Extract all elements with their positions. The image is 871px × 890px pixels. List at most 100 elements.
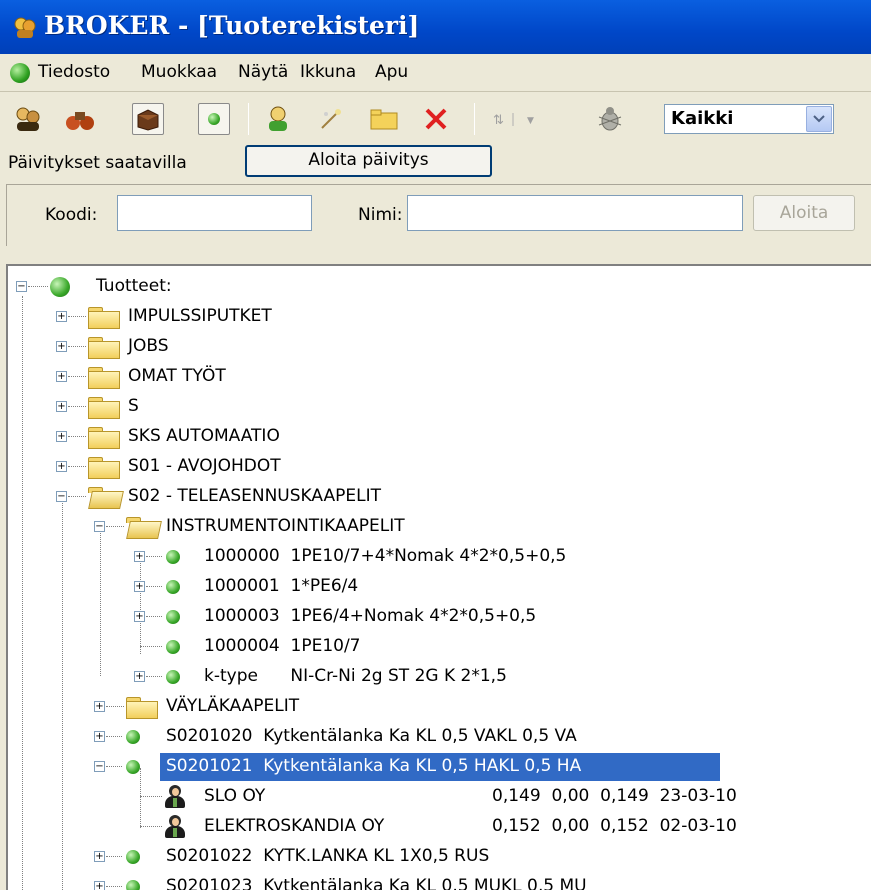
tree-item-label: S02 - TELEASENNUSKAAPELIT <box>128 486 381 506</box>
code-label: Koodi: <box>45 205 98 225</box>
menu-bar: Tiedosto Muokkaa Näytä Ikkuna Apu <box>0 54 871 92</box>
tree-product[interactable]: + S0201022 KYTK.LANKA KL 1X0,5 RUS <box>8 842 871 872</box>
tree-folder-expanded[interactable]: − S02 - TELEASENNUSKAAPELIT <box>8 482 871 512</box>
green-dot-icon <box>166 607 180 624</box>
folder-icon <box>88 397 120 419</box>
tree-item-label: 1000000 1PE10/7+4*Nomak 4*2*0,5+0,5 <box>204 546 567 566</box>
expand-icon[interactable]: + <box>134 671 145 682</box>
tree-root[interactable]: − Tuotteet: <box>8 272 871 302</box>
tree-item-label: 1000004 1PE10/7 <box>204 636 361 656</box>
tree-product[interactable]: + 1000003 1PE6/4+Nomak 4*2*0,5+0,5 <box>8 602 871 632</box>
tree-item-label: SKS AUTOMAATIO <box>128 426 280 446</box>
tree-item-label: VÄYLÄKAAPELIT <box>166 696 300 716</box>
menu-tiedosto[interactable]: Tiedosto <box>38 62 110 82</box>
expand-icon[interactable]: + <box>94 881 105 890</box>
expand-icon[interactable]: + <box>94 731 105 742</box>
expand-icon[interactable]: + <box>94 701 105 712</box>
tree-item-label: JOBS <box>128 336 169 356</box>
sort-icon[interactable]: ⇅ ▼ <box>490 103 542 135</box>
tree-folder[interactable]: + S <box>8 392 871 422</box>
folder-icon <box>126 697 158 719</box>
start-update-button[interactable]: Aloita päivitys <box>245 145 492 177</box>
tree-product[interactable]: + S0201023 Kytkentälanka Ka KL 0,5 MUKL … <box>8 872 871 890</box>
menu-ikkuna[interactable]: Ikkuna <box>300 62 356 82</box>
folder-icon <box>88 337 120 359</box>
broker-app-icon[interactable] <box>12 14 38 40</box>
tree-folder[interactable]: + SKS AUTOMAATIO <box>8 422 871 452</box>
tree-item-label: S <box>128 396 139 416</box>
title-bar: BROKER - [Tuoterekisteri] <box>0 0 871 54</box>
collapse-icon[interactable]: − <box>56 491 67 502</box>
code-input[interactable] <box>117 195 312 231</box>
product-tree[interactable]: − Tuotteet: + IMPULSSIPUTKET + JOBS + OM… <box>6 264 871 890</box>
green-dot-icon <box>126 757 140 774</box>
system-menu-icon[interactable] <box>10 63 30 83</box>
tree-product[interactable]: + S0201020 Kytkentälanka Ka KL 0,5 VAKL … <box>8 722 871 752</box>
tree-folder[interactable]: + JOBS <box>8 332 871 362</box>
tree-folder-expanded[interactable]: − INSTRUMENTOINTIKAAPELIT <box>8 512 871 542</box>
person-icon <box>164 815 186 839</box>
green-dot-icon <box>166 667 180 684</box>
folder-icon <box>88 427 120 449</box>
start-search-button[interactable]: Aloita <box>753 195 855 231</box>
expand-icon[interactable]: + <box>56 341 67 352</box>
tree-folder[interactable]: + OMAT TYÖT <box>8 362 871 392</box>
tree-item-label: OMAT TYÖT <box>128 366 226 386</box>
people-icon[interactable] <box>12 103 44 135</box>
delete-icon[interactable] <box>420 103 452 135</box>
binoculars-icon[interactable] <box>64 103 96 135</box>
name-input[interactable] <box>407 195 743 231</box>
tree-product[interactable]: + k-type NI-Cr-Ni 2g ST 2G K 2*1,5 <box>8 662 871 692</box>
expand-icon[interactable]: + <box>56 461 67 472</box>
expand-icon[interactable]: + <box>134 581 145 592</box>
tree-product[interactable]: + 1000001 1*PE6/4 <box>8 572 871 602</box>
tree-item-label: S0201020 Kytkentälanka Ka KL 0,5 VAKL 0,… <box>166 726 577 746</box>
open-folder-icon <box>88 487 118 507</box>
tree-product-selected[interactable]: − S0201021 Kytkentälanka Ka KL 0,5 HAKL … <box>8 752 871 782</box>
tree-supplier[interactable]: SLO OY 0,149 0,00 0,149 23-03-10 <box>8 782 871 812</box>
expand-icon[interactable]: + <box>56 311 67 322</box>
user-icon[interactable] <box>262 103 294 135</box>
tree-folder[interactable]: + VÄYLÄKAAPELIT <box>8 692 871 722</box>
tree-supplier[interactable]: ELEKTROSKANDIA OY 0,152 0,00 0,152 02-03… <box>8 812 871 842</box>
tree-item-label: 1000003 1PE6/4+Nomak 4*2*0,5+0,5 <box>204 606 537 626</box>
expand-icon[interactable]: + <box>56 371 67 382</box>
tree-folder[interactable]: + IMPULSSIPUTKET <box>8 302 871 332</box>
filter-value: Kaikki <box>671 108 734 129</box>
tree-item-label: S0201023 Kytkentälanka Ka KL 0,5 MUKL 0,… <box>166 876 587 890</box>
folder-icon <box>88 457 120 479</box>
chevron-down-icon[interactable] <box>806 106 832 132</box>
expand-icon[interactable]: + <box>94 851 105 862</box>
folder-new-icon[interactable] <box>368 103 400 135</box>
open-folder-icon <box>126 517 156 537</box>
collapse-icon[interactable]: − <box>94 761 105 772</box>
brown-box-icon[interactable] <box>132 103 164 135</box>
green-dot-icon <box>50 277 70 297</box>
tree-product[interactable]: + 1000000 1PE10/7+4*Nomak 4*2*0,5+0,5 <box>8 542 871 572</box>
collapse-icon[interactable]: − <box>94 521 105 532</box>
menu-nayta[interactable]: Näytä <box>238 62 288 82</box>
window-title: BROKER - [Tuoterekisteri] <box>44 11 420 40</box>
filter-dropdown[interactable]: Kaikki <box>664 104 834 134</box>
supplier-values: 0,149 0,00 0,149 23-03-10 <box>492 786 737 806</box>
expand-icon[interactable]: + <box>56 401 67 412</box>
collapse-icon[interactable]: − <box>16 281 27 292</box>
supplier-name: ELEKTROSKANDIA OY <box>204 816 385 836</box>
expand-icon[interactable]: + <box>134 611 145 622</box>
menu-muokkaa[interactable]: Muokkaa <box>141 62 217 82</box>
tree-folder[interactable]: + S01 - AVOJOHDOT <box>8 452 871 482</box>
expand-icon[interactable]: + <box>134 551 145 562</box>
wand-icon[interactable] <box>314 103 346 135</box>
tree-item-label: INSTRUMENTOINTIKAAPELIT <box>166 516 405 536</box>
tree-item-label: S01 - AVOJOHDOT <box>128 456 281 476</box>
bug-icon[interactable] <box>594 103 626 135</box>
expand-icon[interactable]: + <box>56 431 67 442</box>
supplier-name: SLO OY <box>204 786 266 806</box>
green-dot-icon <box>166 637 180 654</box>
svg-text:▼: ▼ <box>527 116 534 126</box>
svg-text:⇅: ⇅ <box>493 113 504 128</box>
menu-apu[interactable]: Apu <box>375 62 408 82</box>
green-dot-icon[interactable] <box>198 103 230 135</box>
tree-product[interactable]: 1000004 1PE10/7 <box>8 632 871 662</box>
green-dot-icon <box>166 577 180 594</box>
